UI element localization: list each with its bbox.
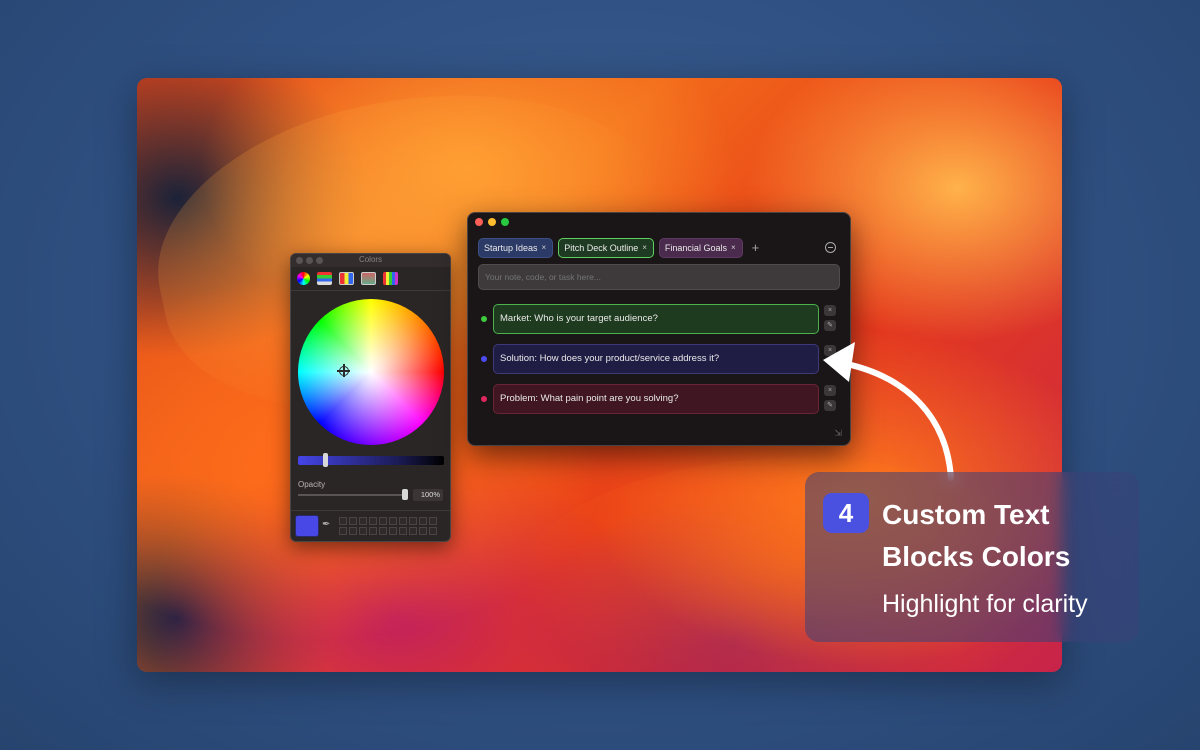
text-block-market[interactable]: Market: Who is your target audience?: [493, 304, 819, 334]
image-palettes-icon[interactable]: [361, 272, 376, 285]
notes-window: Startup Ideas × Pitch Deck Outline × Fin…: [467, 212, 851, 446]
callout-arrow-icon: [823, 342, 954, 481]
feature-title: Custom Text Blocks Colors: [882, 499, 1071, 572]
color-sliders-icon[interactable]: [317, 272, 332, 285]
custom-swatch-slot[interactable]: [339, 527, 347, 535]
notes-titlebar[interactable]: [468, 213, 850, 231]
custom-swatch-slot[interactable]: [379, 517, 387, 525]
eyedropper-icon[interactable]: ✒: [322, 519, 330, 530]
zoom-icon[interactable]: [501, 218, 509, 226]
tab-label: Financial Goals: [664, 242, 727, 253]
colors-panel: Colors Opacity 100% ✒: [290, 253, 451, 542]
text-block-row: Solution: How does your product/service …: [478, 344, 840, 374]
brightness-slider-knob[interactable]: [323, 453, 328, 467]
custom-swatch-slot[interactable]: [339, 517, 347, 525]
custom-swatch-slot[interactable]: [399, 527, 407, 535]
minimize-icon[interactable]: [488, 218, 496, 226]
opacity-value-field[interactable]: 100%: [413, 489, 443, 501]
color-wheel-icon[interactable]: [297, 272, 310, 285]
custom-swatch-slot[interactable]: [359, 517, 367, 525]
colors-toolbar: [291, 267, 450, 291]
feature-card: 4 Custom Text Blocks Colors Highlight fo…: [805, 472, 1139, 642]
tab-pitch-deck-outline[interactable]: Pitch Deck Outline ×: [558, 237, 654, 258]
custom-swatch-slot[interactable]: [429, 517, 437, 525]
feature-number-badge: 4: [823, 493, 869, 533]
custom-swatch-slot[interactable]: [359, 527, 367, 535]
add-tab-button[interactable]: +: [752, 240, 760, 255]
text-block-row: Market: Who is your target audience? × ✎: [478, 304, 840, 334]
tab-label: Pitch Deck Outline: [564, 242, 639, 253]
custom-swatch-slot[interactable]: [349, 517, 357, 525]
color-palettes-icon[interactable]: [339, 272, 354, 285]
block-edit-button[interactable]: ✎: [824, 320, 836, 331]
brightness-slider[interactable]: [298, 456, 444, 465]
custom-swatch-slot[interactable]: [379, 527, 387, 535]
custom-swatch-slot[interactable]: [399, 517, 407, 525]
note-input[interactable]: [478, 264, 840, 290]
pencils-icon[interactable]: [383, 272, 398, 285]
color-picker-crosshair-icon[interactable]: [337, 364, 350, 377]
block-color-dot[interactable]: [481, 356, 487, 362]
text-block-row: Problem: What pain point are you solving…: [478, 384, 840, 414]
custom-swatch-slot[interactable]: [369, 517, 377, 525]
minus-circle-icon[interactable]: [825, 242, 836, 253]
block-color-dot[interactable]: [481, 396, 487, 402]
block-close-button[interactable]: ×: [824, 305, 836, 316]
custom-swatch-slot[interactable]: [409, 517, 417, 525]
custom-swatch-slot[interactable]: [409, 527, 417, 535]
text-block-solution[interactable]: Solution: How does your product/service …: [493, 344, 819, 374]
custom-swatch-grid[interactable]: [339, 517, 437, 535]
tab-startup-ideas[interactable]: Startup Ideas ×: [478, 237, 554, 258]
tab-close-icon[interactable]: ×: [642, 243, 647, 252]
tab-close-icon[interactable]: ×: [542, 243, 547, 252]
custom-swatch-slot[interactable]: [429, 527, 437, 535]
custom-swatch-slot[interactable]: [389, 527, 397, 535]
custom-swatch-slot[interactable]: [369, 527, 377, 535]
opacity-slider[interactable]: [298, 494, 408, 496]
tab-bar: Startup Ideas × Pitch Deck Outline × Fin…: [478, 237, 759, 258]
custom-swatch-slot[interactable]: [349, 527, 357, 535]
custom-swatch-slot[interactable]: [419, 527, 427, 535]
close-icon[interactable]: [475, 218, 483, 226]
colors-titlebar[interactable]: Colors: [291, 254, 450, 267]
colors-title: Colors: [358, 255, 383, 264]
opacity-label: Opacity: [298, 480, 326, 489]
tab-financial-goals[interactable]: Financial Goals ×: [658, 237, 743, 258]
custom-swatch-slot[interactable]: [389, 517, 397, 525]
selected-color-swatch[interactable]: [295, 515, 319, 537]
custom-swatch-slot[interactable]: [419, 517, 427, 525]
opacity-slider-knob[interactable]: [402, 489, 408, 500]
tab-close-icon[interactable]: ×: [731, 243, 736, 252]
text-block-problem[interactable]: Problem: What pain point are you solving…: [493, 384, 819, 414]
feature-subtitle: Highlight for clarity: [882, 590, 1088, 618]
tab-label: Startup Ideas: [484, 242, 538, 253]
colors-bottom-bar: ✒: [291, 510, 450, 541]
block-color-dot[interactable]: [481, 316, 487, 322]
color-wheel[interactable]: [298, 299, 444, 445]
